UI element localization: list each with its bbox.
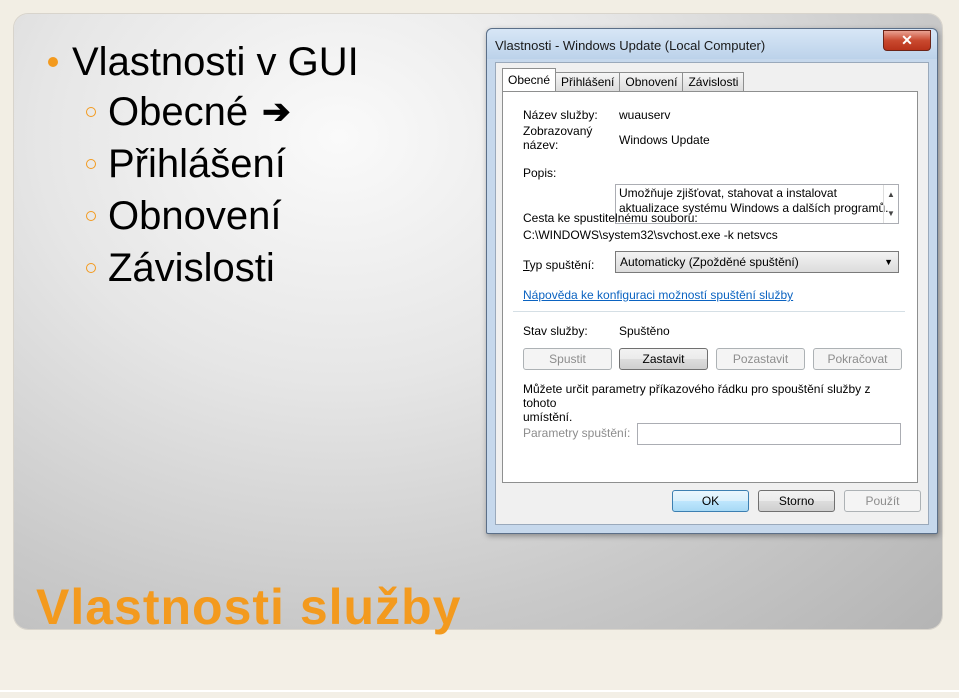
startup-type-label-rest: yp spuštění: [529, 258, 595, 272]
display-name-label-2: název: [523, 138, 559, 152]
bullet-main: Vlastnosti v GUI [40, 38, 359, 86]
tab-general[interactable]: Obecné [502, 68, 557, 91]
service-status-label: Stav služby: [523, 324, 588, 338]
display-name-label-1: Zobrazovaný [523, 124, 593, 138]
apply-button[interactable]: Použít [844, 490, 921, 512]
bullet-main-text: Vlastnosti v GUI [72, 39, 359, 84]
sub-bullet-obecne: Obecné ➔ [86, 86, 359, 138]
ok-button[interactable]: OK [672, 490, 749, 512]
arrow-right-icon: ➔ [262, 93, 291, 131]
help-link[interactable]: Nápověda ke konfiguraci možností spuštěn… [523, 288, 793, 302]
sub-bullet-text: Závislosti [108, 245, 275, 290]
tab-logon[interactable]: Přihlášení [555, 72, 621, 91]
description-scrollbar[interactable]: ▲ ▼ [883, 185, 898, 223]
service-properties-dialog: Vlastnosti - Windows Update (Local Compu… [486, 28, 938, 534]
sub-bullet-text: Přihlášení [108, 141, 286, 186]
bullet-dot-icon [48, 57, 58, 67]
slide-footer-band [0, 640, 959, 698]
footer-line [0, 690, 959, 692]
params-hint: Můžete určit parametry příkazového řádku… [523, 382, 903, 424]
bullet-ring-icon [86, 263, 96, 273]
dialog-body: Obecné Přihlášení Obnovení Závislosti Ná… [495, 62, 929, 525]
resume-button[interactable]: Pokračovat [813, 348, 902, 370]
params-label: Parametry spuštění: [523, 426, 631, 440]
tab-page-general: Název služby: wuauserv Zobrazovaný název… [502, 91, 918, 483]
startup-type-label: Typ spuštění: [523, 258, 594, 272]
display-name-value[interactable]: Windows Update [619, 133, 710, 147]
description-label: Popis: [523, 166, 557, 180]
close-button[interactable]: ✕ [883, 30, 931, 51]
path-value[interactable]: C:\WINDOWS\system32\svchost.exe -k netsv… [523, 228, 778, 242]
bullet-list: Vlastnosti v GUI Obecné ➔ Přihlášení Obn… [40, 38, 359, 294]
sub-bullet-text: Obnovení [108, 193, 282, 238]
tab-recovery[interactable]: Obnovení [619, 72, 684, 91]
service-name-label: Název služby: [523, 108, 598, 122]
divider [513, 311, 905, 312]
bullet-ring-icon [86, 159, 96, 169]
bullet-ring-icon [86, 107, 96, 117]
dialog-titlebar[interactable]: Vlastnosti - Windows Update (Local Compu… [487, 29, 937, 59]
params-input[interactable] [637, 423, 901, 445]
params-hint-line-1: Můžete určit parametry příkazového řádku… [523, 382, 871, 410]
stop-button[interactable]: Zastavit [619, 348, 708, 370]
params-hint-line-2: umístění. [523, 410, 573, 424]
tab-dependencies[interactable]: Závislosti [682, 72, 745, 91]
description-line-1: Umožňuje zjišťovat, stahovat a instalova… [619, 186, 837, 200]
slide-title: Vlastnosti služby [36, 579, 462, 635]
sub-bullet-obnoveni: Obnovení [86, 190, 359, 242]
service-name-value[interactable]: wuauserv [619, 108, 670, 122]
sub-bullet-prihlaseni: Přihlášení [86, 138, 359, 190]
scroll-down-icon: ▼ [887, 209, 895, 218]
dialog-title: Vlastnosti - Windows Update (Local Compu… [495, 38, 766, 53]
cancel-button[interactable]: Storno [758, 490, 835, 512]
path-label: Cesta ke spustitelnému souboru: [523, 211, 698, 225]
pause-button[interactable]: Pozastavit [716, 348, 805, 370]
service-status-value: Spuštěno [619, 324, 670, 338]
bullet-ring-icon [86, 211, 96, 221]
start-button[interactable]: Spustit [523, 348, 612, 370]
startup-type-value: Automaticky (Zpožděné spuštění) [620, 255, 799, 269]
scroll-up-icon: ▲ [887, 190, 895, 199]
chevron-down-icon: ▼ [884, 257, 893, 267]
sub-bullet-zavislosti: Závislosti [86, 242, 359, 294]
close-icon: ✕ [901, 32, 913, 48]
tab-strip: Obecné Přihlášení Obnovení Závislosti [502, 68, 745, 91]
sub-bullet-text: Obecné [108, 89, 249, 134]
startup-type-select[interactable]: Automaticky (Zpožděné spuštění) ▼ [615, 251, 899, 273]
startup-type-label-accel: T [523, 258, 530, 272]
